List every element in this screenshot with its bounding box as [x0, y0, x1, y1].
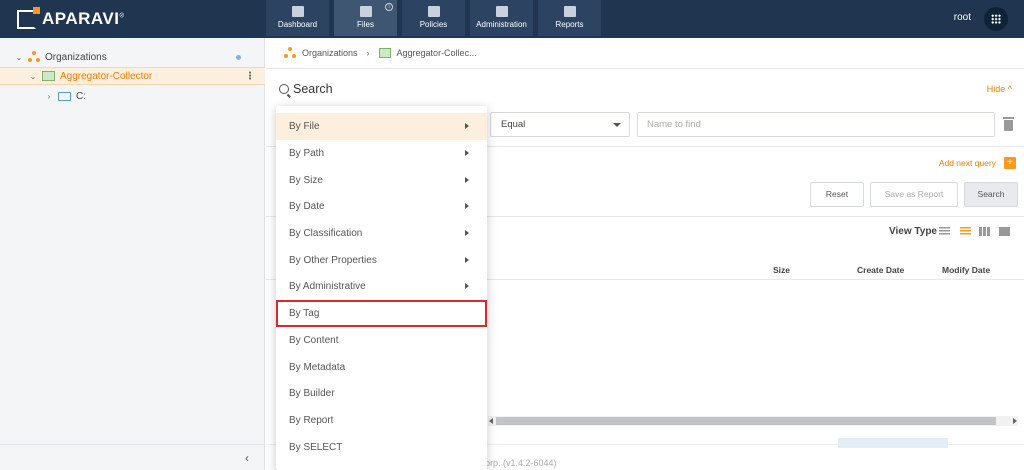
- organization-icon: [284, 47, 296, 59]
- search-button[interactable]: Search: [964, 182, 1018, 207]
- menu-item-by-content[interactable]: By Content: [276, 327, 487, 354]
- scrollbar-thumb[interactable]: [496, 417, 996, 425]
- chevron-up-icon: ^: [1007, 84, 1012, 94]
- gear-icon: [427, 6, 440, 17]
- horizontal-scrollbar[interactable]: [488, 416, 1018, 426]
- apps-grid-button[interactable]: [984, 7, 1008, 31]
- top-bar: APARAVI® Dashboard i Files Policies Admi…: [0, 0, 1024, 38]
- caret-down-icon: [613, 123, 621, 127]
- collapse-bar: ‹: [0, 444, 265, 470]
- chevron-right-icon: [465, 177, 469, 183]
- nav-administration[interactable]: Administration: [470, 0, 533, 36]
- menu-item-by-builder[interactable]: By Builder: [276, 380, 487, 407]
- nav-files[interactable]: i Files: [334, 0, 397, 36]
- grid-icon: [991, 14, 1001, 24]
- logo-text: APARAVI®: [42, 9, 125, 28]
- nav-reports-label: Reports: [555, 20, 584, 29]
- version-footer: orp. (v1.4.2-6044): [485, 458, 557, 468]
- menu-item-by-size[interactable]: By Size: [276, 167, 487, 194]
- tree-label-drive: C:: [76, 90, 86, 102]
- nav-files-label: Files: [357, 20, 374, 29]
- chevron-right-icon: [465, 203, 469, 209]
- add-query-plus-button[interactable]: +: [1004, 157, 1016, 169]
- detail-view-icon[interactable]: [960, 227, 971, 236]
- save-as-report-button[interactable]: Save as Report: [870, 182, 958, 207]
- menu-item-by-path[interactable]: By Path: [276, 140, 487, 167]
- reset-button[interactable]: Reset: [810, 182, 864, 207]
- operator-value: Equal: [501, 119, 526, 130]
- clipboard-icon: [563, 6, 576, 17]
- list-view-icon[interactable]: [939, 227, 950, 236]
- chevron-right-icon: ›: [366, 48, 370, 58]
- nav-reports[interactable]: Reports: [538, 0, 601, 36]
- tree-label-organizations: Organizations: [45, 51, 107, 63]
- collector-icon: [42, 71, 55, 81]
- chevron-down-icon[interactable]: ⌄: [14, 53, 24, 62]
- tree-panel: ⌄ Organizations ⌄ Aggregator-Collector ⋮…: [0, 38, 265, 470]
- info-icon[interactable]: i: [385, 3, 393, 11]
- scroll-right-icon[interactable]: [1013, 418, 1017, 424]
- column-header-modify-date[interactable]: Modify Date: [942, 265, 990, 275]
- nav-dashboard[interactable]: Dashboard: [266, 0, 329, 36]
- hide-toggle[interactable]: Hide ^: [987, 84, 1012, 94]
- operator-select[interactable]: Equal: [490, 112, 630, 137]
- folder-icon: [58, 91, 71, 101]
- grid-view-icon[interactable]: [979, 227, 990, 236]
- chevron-right-icon[interactable]: ›: [44, 92, 54, 101]
- menu-item-by-date[interactable]: By Date: [276, 193, 487, 220]
- chevron-right-icon: [465, 283, 469, 289]
- faded-action-button: [838, 438, 948, 448]
- divider: [266, 68, 1024, 69]
- menu-item-by-other-properties[interactable]: By Other Properties: [276, 247, 487, 274]
- menu-item-by-file[interactable]: By File: [276, 113, 487, 140]
- search-heading: Search: [279, 82, 333, 96]
- add-next-query-link[interactable]: Add next query: [939, 158, 996, 168]
- more-options-icon[interactable]: ⋮: [245, 71, 255, 82]
- nav-policies[interactable]: Policies: [402, 0, 465, 36]
- menu-item-by-classification[interactable]: By Classification: [276, 220, 487, 247]
- chevron-right-icon: [465, 150, 469, 156]
- trash-icon[interactable]: [1003, 117, 1014, 131]
- nav-policies-label: Policies: [419, 20, 448, 29]
- chevron-right-icon: [465, 230, 469, 236]
- dashboard-icon: [291, 6, 304, 17]
- view-type-label: View Type: [889, 226, 937, 237]
- folder-icon: [359, 6, 372, 17]
- nav-administration-label: Administration: [476, 20, 527, 29]
- users-icon: [495, 6, 508, 17]
- nav-dashboard-label: Dashboard: [277, 20, 318, 29]
- query-type-dropdown: By File By Path By Size By Date By Class…: [276, 106, 487, 470]
- menu-item-by-tag[interactable]: By Tag: [276, 300, 487, 327]
- column-header-size[interactable]: Size: [773, 265, 790, 275]
- tree-node-organizations[interactable]: ⌄ Organizations: [0, 48, 265, 66]
- menu-item-by-report[interactable]: By Report: [276, 407, 487, 434]
- breadcrumb-organizations[interactable]: Organizations: [302, 48, 358, 58]
- logo-mark-icon: [17, 6, 40, 29]
- aparavi-logo[interactable]: APARAVI®: [17, 6, 125, 30]
- name-to-find-input[interactable]: Name to find: [637, 112, 995, 137]
- tree-node-aggregator-collector[interactable]: ⌄ Aggregator-Collector ⋮: [0, 67, 265, 85]
- search-icon: [279, 84, 289, 94]
- menu-item-by-select[interactable]: By SELECT: [276, 434, 487, 461]
- tree-node-drive-c[interactable]: › C:: [0, 87, 265, 105]
- main-nav: Dashboard i Files Policies Administratio…: [266, 0, 606, 38]
- column-header-create-date[interactable]: Create Date: [857, 265, 904, 275]
- user-menu[interactable]: root: [954, 12, 971, 23]
- collector-icon: [378, 48, 391, 58]
- organization-icon: [28, 51, 40, 63]
- chevron-right-icon: [465, 123, 469, 129]
- tree-label-collector: Aggregator-Collector: [60, 70, 153, 82]
- chevron-left-icon[interactable]: ‹: [245, 451, 249, 465]
- breadcrumb: Organizations › Aggregator-Collec...: [284, 46, 477, 60]
- chevron-right-icon: [465, 257, 469, 263]
- search-title: Search: [293, 82, 333, 96]
- large-view-icon[interactable]: [999, 227, 1010, 236]
- scroll-left-icon[interactable]: [489, 418, 493, 424]
- menu-item-by-metadata[interactable]: By Metadata: [276, 354, 487, 381]
- breadcrumb-collector[interactable]: Aggregator-Collec...: [397, 48, 477, 58]
- menu-item-by-administrative[interactable]: By Administrative: [276, 273, 487, 300]
- status-dot: [236, 54, 241, 60]
- chevron-down-icon[interactable]: ⌄: [28, 72, 38, 81]
